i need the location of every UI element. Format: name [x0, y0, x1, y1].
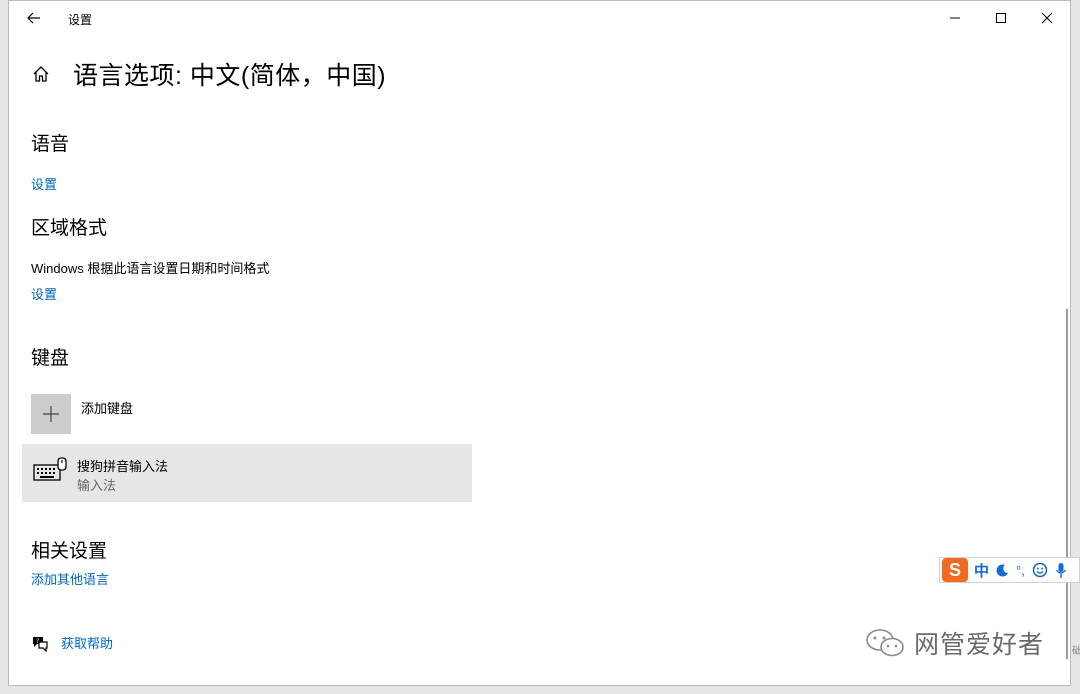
keyboard-item-name: 搜狗拼音输入法 — [77, 459, 169, 474]
add-language-link[interactable]: 添加其他语言 — [31, 569, 109, 588]
region-description: Windows 根据此语言设置日期和时间格式 — [31, 261, 270, 276]
maximize-button[interactable] — [978, 1, 1024, 35]
settings-window: 设置 语言选项: 中文(简体，中国) 语音 设置 区域格式 Windows 根据… — [8, 0, 1071, 686]
scrollbar[interactable] — [1066, 309, 1068, 659]
keyboard-item-type: 输入法 — [77, 478, 117, 493]
close-button[interactable] — [1024, 1, 1070, 35]
moon-icon — [996, 563, 1009, 576]
title-bar: 设置 — [9, 1, 1070, 35]
voice-input-button[interactable] — [1055, 562, 1067, 579]
home-button[interactable] — [31, 64, 51, 84]
window-title: 设置 — [68, 13, 93, 27]
watermark-text: 网管爱好者 — [914, 631, 1045, 659]
svg-text:?: ? — [36, 638, 39, 645]
page-header: 语言选项: 中文(简体，中国) — [31, 56, 386, 92]
keyboard-icon — [33, 457, 67, 481]
close-icon — [1041, 12, 1053, 24]
microphone-icon — [1055, 562, 1066, 578]
region-settings-link[interactable]: 设置 — [31, 284, 57, 303]
page-title: 语言选项: 中文(简体，中国) — [73, 62, 387, 90]
region-section-title: 区域格式 — [31, 218, 108, 239]
related-settings-title: 相关设置 — [31, 541, 108, 562]
speech-section-title: 语音 — [31, 134, 70, 155]
get-help-link[interactable]: ? 获取帮助 — [31, 633, 113, 652]
punctuation-toggle[interactable]: °, — [1016, 563, 1025, 578]
get-help-label: 获取帮助 — [61, 636, 114, 651]
minimize-icon — [950, 17, 960, 19]
add-keyboard-tile — [31, 394, 71, 434]
sogou-ime-toolbar[interactable]: S 中 °, — [939, 557, 1080, 583]
emoji-button[interactable] — [1032, 562, 1048, 578]
keyboard-item-sogou[interactable]: 搜狗拼音输入法 输入法 — [22, 444, 472, 502]
smiley-icon — [1032, 562, 1048, 578]
wechat-icon — [866, 629, 904, 657]
add-keyboard-label: 添加键盘 — [81, 401, 134, 416]
minimize-button[interactable] — [932, 1, 978, 35]
plus-icon — [43, 406, 59, 422]
back-arrow-icon — [27, 12, 40, 24]
half-width-toggle[interactable] — [996, 563, 1009, 577]
maximize-icon — [996, 13, 1006, 23]
background-text-fragment: 础 — [1072, 646, 1080, 657]
add-keyboard-button[interactable]: 添加键盘 — [31, 394, 133, 434]
ime-mode-toggle[interactable]: 中 — [974, 560, 989, 581]
home-icon — [33, 66, 49, 82]
speech-settings-link[interactable]: 设置 — [31, 174, 57, 193]
sogou-logo[interactable]: S — [942, 558, 968, 582]
keyboard-section-title: 键盘 — [31, 348, 70, 369]
back-button[interactable] — [23, 7, 45, 29]
help-chat-icon: ? — [33, 636, 48, 652]
watermark: 网管爱好者 — [864, 625, 1044, 661]
